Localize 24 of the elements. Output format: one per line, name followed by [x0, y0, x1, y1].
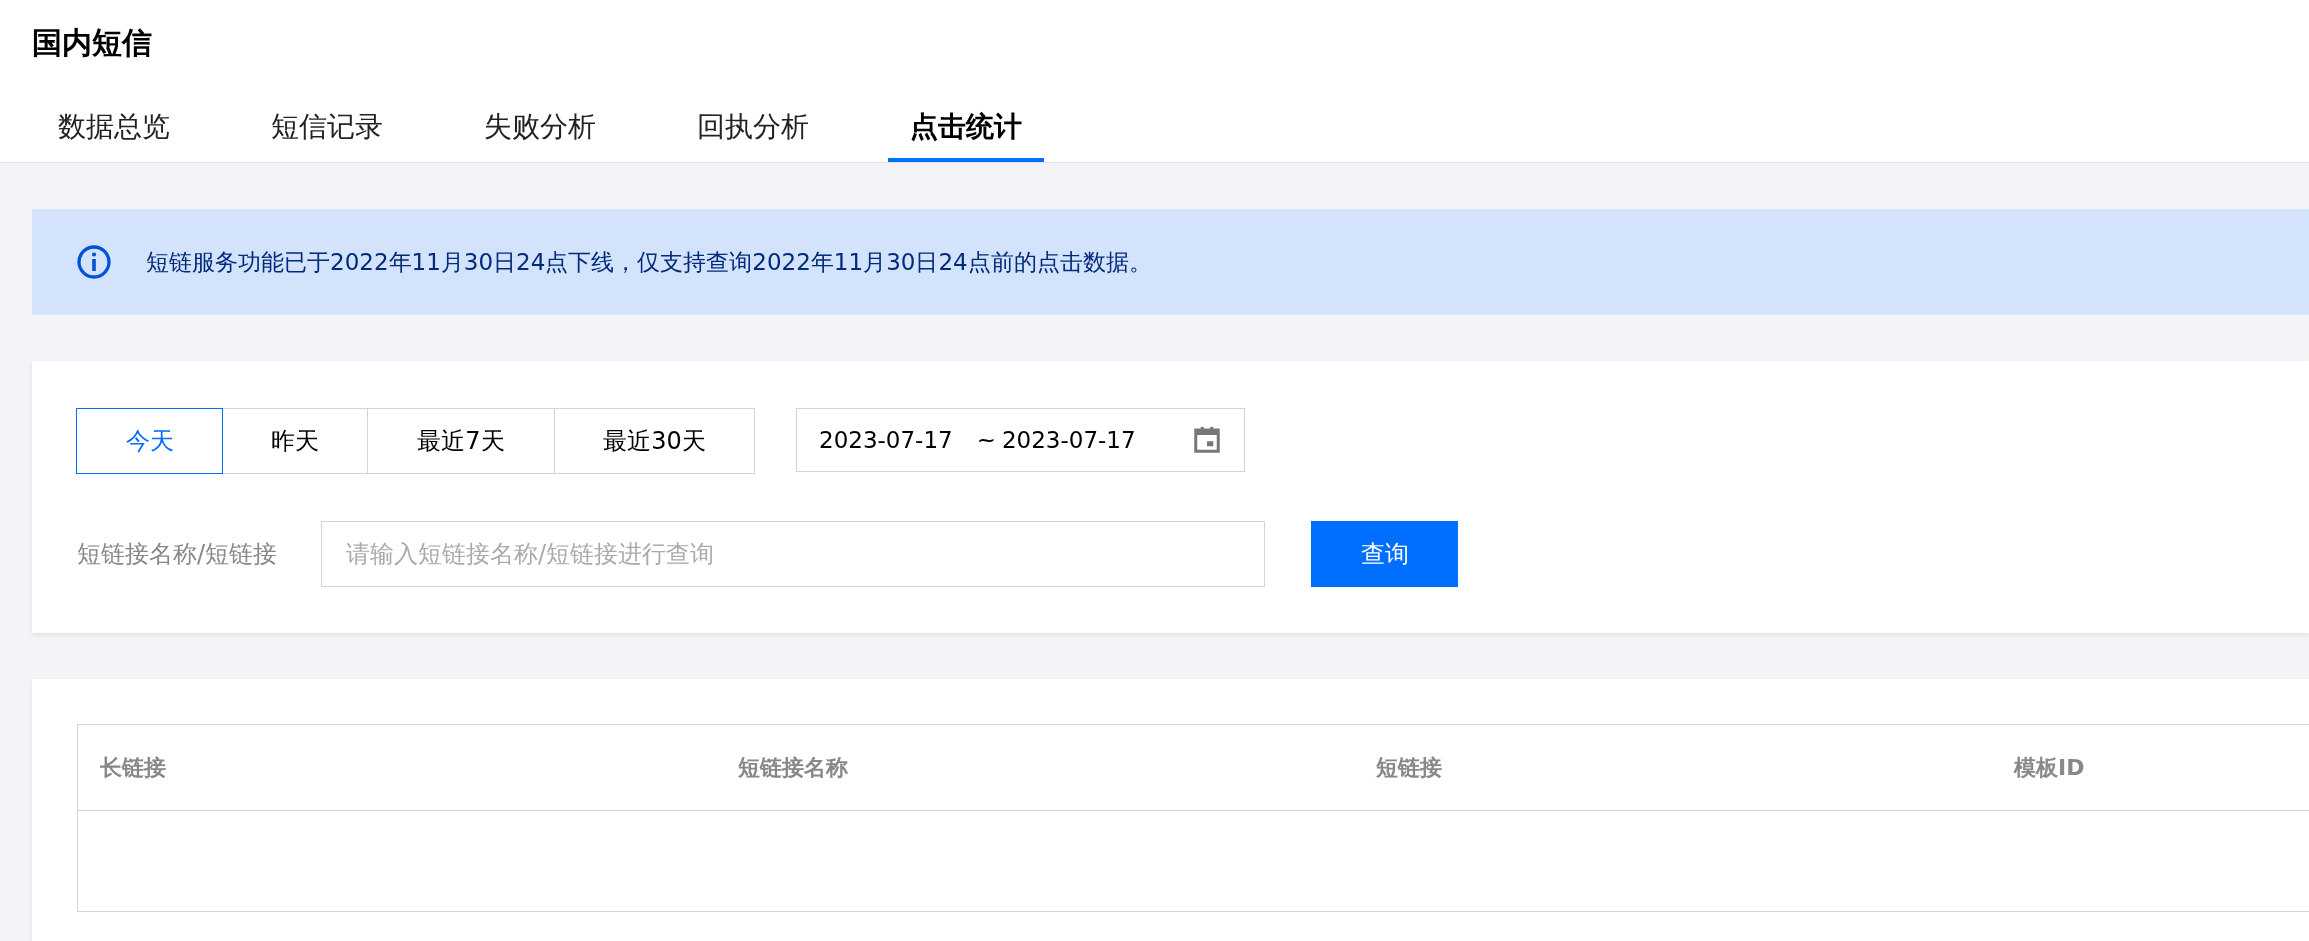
column-header: 模板ID: [2012, 753, 2086, 782]
start-date: 2023-07-17: [819, 427, 953, 453]
range-button[interactable]: 最近7天: [367, 408, 555, 474]
date-separator: ~: [976, 427, 996, 453]
search-field[interactable]: 请输入短链接名称/短链接进行查询: [321, 521, 1265, 587]
query-button[interactable]: 查询: [1311, 521, 1458, 587]
tab[interactable]: 短信记录: [249, 110, 405, 162]
page-title: 国内短信: [32, 24, 152, 62]
column-header: 短链接名称: [737, 753, 849, 782]
range-button[interactable]: 最近30天: [554, 408, 755, 474]
date-range-field[interactable]: 2023-07-17 ~ 2023-07-17: [796, 408, 1245, 472]
range-button[interactable]: 昨天: [222, 408, 368, 474]
tab[interactable]: 点击统计: [888, 110, 1044, 162]
info-icon: [76, 244, 112, 280]
tab[interactable]: 失败分析: [462, 110, 618, 162]
notice-text: 短链服务功能已于2022年11月30日24点下线，仅支持查询2022年11月30日24点前的点击数据。: [146, 247, 1152, 277]
end-date: 2023-07-17: [1001, 427, 1136, 453]
tab[interactable]: 回执分析: [675, 110, 831, 162]
calendar-icon[interactable]: [1192, 425, 1222, 455]
search-label: 短链接名称/短链接: [77, 539, 279, 570]
tab[interactable]: 数据总览: [36, 110, 192, 162]
range-button[interactable]: 今天: [76, 408, 223, 474]
column-header: 短链接: [1375, 753, 1443, 782]
column-header: 长链接: [99, 753, 167, 782]
